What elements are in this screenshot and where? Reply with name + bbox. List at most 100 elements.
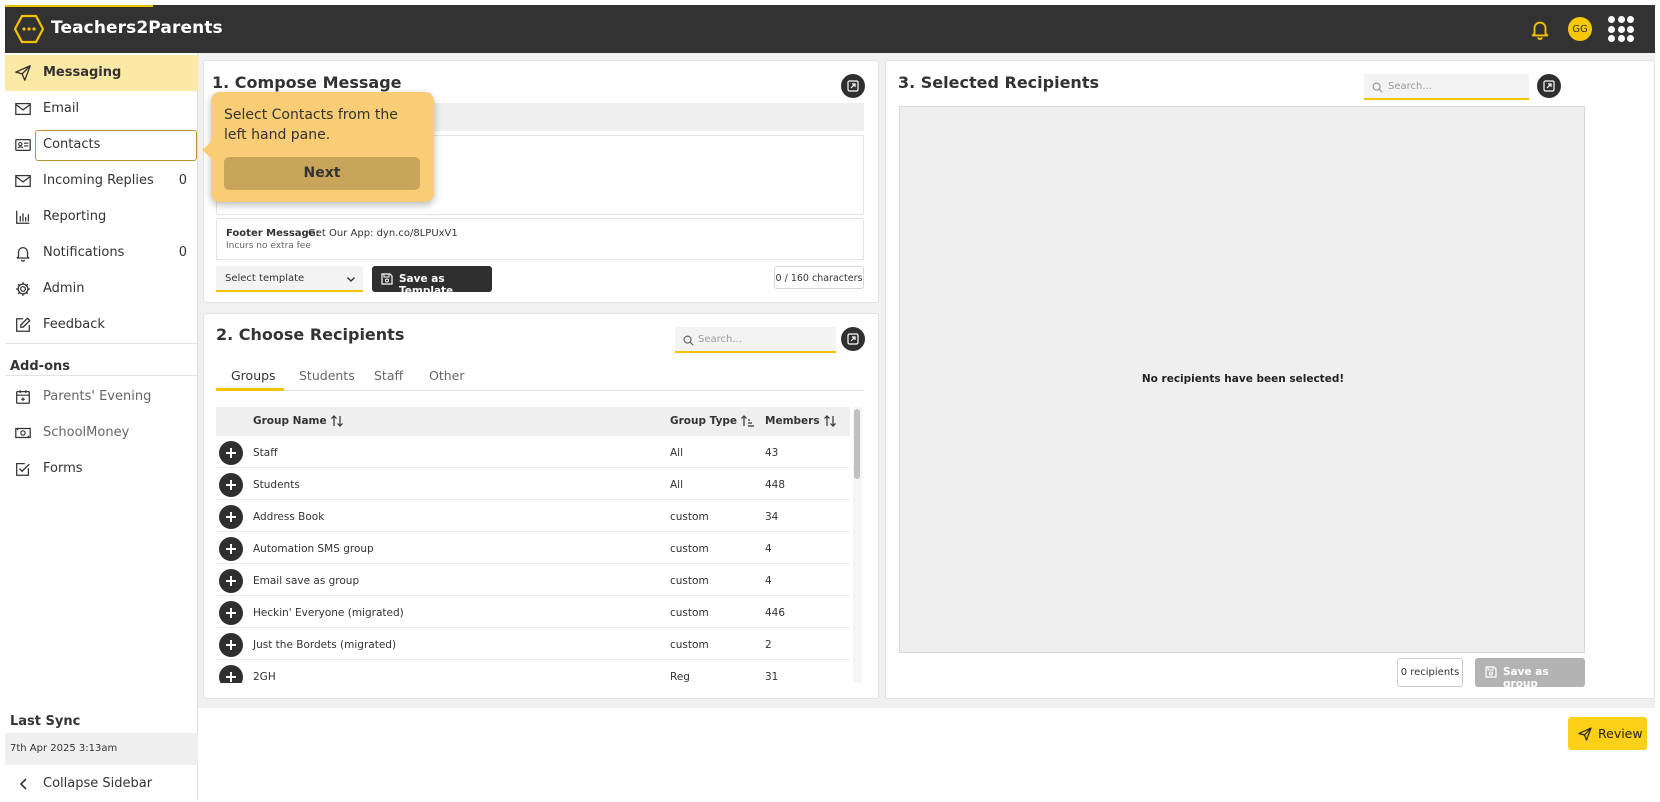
table-row: Address Book custom 34 [216, 500, 850, 532]
group-name: Email save as group [253, 575, 360, 587]
expand-selected-button[interactable] [1537, 74, 1561, 98]
save-icon [381, 273, 393, 285]
expand-compose-button[interactable] [841, 74, 865, 98]
sidebar-item-notifications[interactable]: Notifications 0 [5, 235, 198, 271]
sidebar-item-incoming-replies[interactable]: Incoming Replies 0 [5, 163, 198, 199]
recipient-count: 0 recipients [1397, 658, 1463, 687]
add-group-button[interactable] [219, 569, 243, 593]
app-window: Teachers2Parents GG Messaging Email Cont… [5, 5, 1655, 800]
count-badge: 0 [178, 245, 187, 260]
table-header: Group Name Group Type Members [216, 407, 850, 436]
count-badge: 0 [178, 173, 187, 188]
sidebar-item-admin[interactable]: Admin [5, 271, 198, 307]
save-as-group-button[interactable]: Save as group [1475, 658, 1585, 690]
active-tab-indicator [216, 388, 284, 391]
column-label: Members [765, 415, 820, 427]
chevron-down-icon [347, 277, 355, 282]
table-row: Students All 448 [216, 468, 850, 500]
column-label: Group Type [670, 415, 738, 427]
send-icon [15, 65, 31, 81]
sidebar-item-parents-evening[interactable]: Parents' Evening [5, 379, 198, 415]
expand-icon [1543, 80, 1555, 92]
tab-staff[interactable]: Staff [374, 368, 403, 383]
save-as-group-label: Save as group [1503, 666, 1549, 690]
add-group-button[interactable] [219, 633, 243, 657]
scrollbar-thumb[interactable] [854, 409, 860, 479]
group-members: 43 [765, 447, 779, 459]
divider [5, 375, 198, 376]
group-members: 446 [765, 607, 786, 619]
sidebar-item-forms[interactable]: Forms [5, 451, 198, 487]
empty-state-text: No recipients have been selected! [1141, 373, 1345, 385]
edit-icon [16, 317, 31, 332]
collapse-sidebar-button[interactable]: Collapse Sidebar [5, 767, 198, 800]
sidebar-item-email[interactable]: Email [5, 91, 198, 127]
bar-chart-icon [16, 210, 30, 224]
expand-recipients-button[interactable] [841, 327, 865, 351]
mail-icon [15, 174, 31, 188]
sidebar-item-schoolmoney[interactable]: SchoolMoney [5, 415, 198, 451]
review-label: Review [1598, 726, 1643, 741]
group-name: Staff [253, 447, 278, 459]
add-group-button[interactable] [219, 473, 243, 497]
add-group-button[interactable] [219, 505, 243, 529]
chevron-left-icon [19, 778, 27, 790]
column-header-group-type[interactable]: Group Type [670, 415, 755, 427]
sidebar-item-feedback[interactable]: Feedback [5, 307, 198, 343]
group-members: 4 [765, 543, 772, 555]
footer-message-label: Footer Message: [226, 228, 320, 239]
expand-icon [847, 80, 859, 92]
logo-icon [14, 14, 44, 44]
sidebar-item-label: Forms [43, 461, 83, 476]
selected-recipients-title: 3. Selected Recipients [898, 73, 1099, 92]
bell-icon[interactable] [1529, 18, 1551, 40]
group-name: Heckin' Everyone (migrated) [253, 607, 404, 619]
tab-other[interactable]: Other [429, 368, 465, 383]
table-row: Automation SMS group custom 4 [216, 532, 850, 564]
apps-grid-icon[interactable] [1608, 16, 1634, 42]
group-type: custom [670, 511, 709, 523]
template-select[interactable]: Select template [216, 266, 363, 292]
tab-students[interactable]: Students [299, 368, 355, 383]
group-members: 2 [765, 639, 772, 651]
recipients-search-input[interactable]: Search... [675, 327, 836, 353]
bell-icon [16, 246, 30, 262]
sidebar-item-label: Contacts [43, 137, 101, 152]
table-row: Staff All 43 [216, 436, 850, 468]
table-row: Just the Bordets (migrated) custom 2 [216, 628, 850, 660]
column-header-group-name[interactable]: Group Name [253, 415, 344, 427]
group-members: 4 [765, 575, 772, 587]
add-group-button[interactable] [219, 441, 243, 465]
sidebar-item-messaging[interactable]: Messaging [5, 55, 198, 91]
choose-recipients-panel: 2. Choose Recipients Search... Groups St… [203, 313, 879, 699]
add-group-button[interactable] [219, 537, 243, 561]
group-name: Automation SMS group [253, 543, 374, 555]
group-members: 34 [765, 511, 779, 523]
group-type: custom [670, 543, 709, 555]
selected-search-input[interactable]: Search... [1364, 74, 1529, 100]
review-button[interactable]: Review [1568, 717, 1647, 750]
addons-title: Add-ons [10, 359, 70, 374]
contact-card-icon [15, 138, 31, 152]
column-header-members[interactable]: Members [765, 415, 837, 427]
app-name: Teachers2Parents [51, 18, 223, 38]
tab-groups[interactable]: Groups [231, 368, 276, 383]
footer-message-note: Incurs no extra fee [226, 241, 311, 251]
character-count: 0 / 160 characters [774, 266, 864, 289]
save-as-template-button[interactable]: Save as Template [372, 266, 492, 297]
last-sync-title: Last Sync [10, 714, 81, 729]
add-group-button[interactable] [219, 601, 243, 625]
sidebar-item-reporting[interactable]: Reporting [5, 199, 198, 235]
sidebar-item-label: Feedback [43, 317, 105, 332]
sidebar-item-label: Admin [43, 281, 85, 296]
group-type: custom [670, 575, 709, 587]
tooltip-next-button[interactable]: Next [224, 157, 420, 190]
group-name: Address Book [253, 511, 325, 523]
avatar[interactable]: GG [1568, 17, 1592, 41]
group-type: All [670, 447, 684, 459]
group-name: Just the Bordets (migrated) [253, 639, 397, 651]
bottom-action-bar [198, 708, 1655, 800]
add-group-button[interactable] [219, 665, 243, 683]
sidebar-item-contacts[interactable]: Contacts [5, 127, 198, 163]
save-icon [1485, 666, 1497, 678]
